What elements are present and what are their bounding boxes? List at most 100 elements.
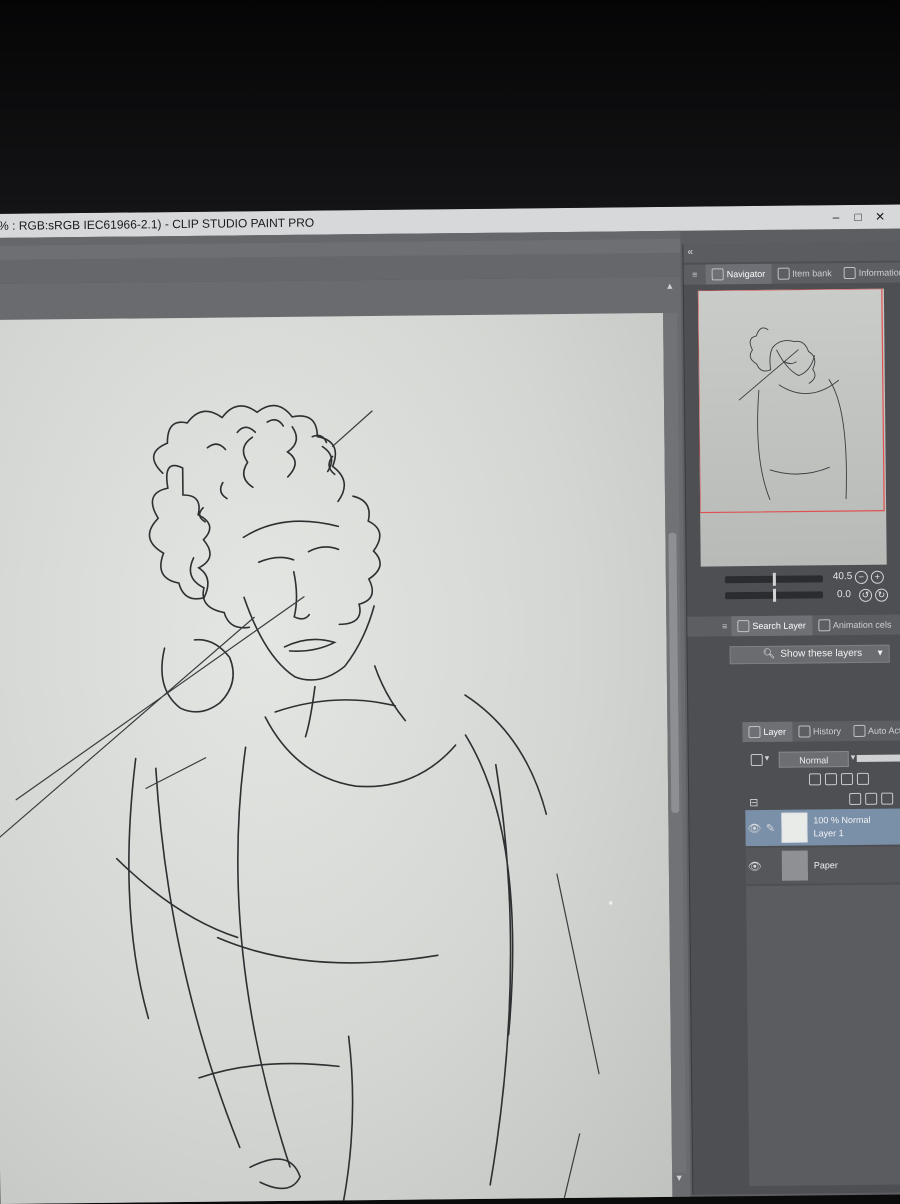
opacity-slider[interactable] bbox=[857, 754, 900, 762]
lock-transparency-icon[interactable] bbox=[857, 773, 869, 785]
tab-search-layer[interactable]: Search Layer bbox=[731, 615, 812, 636]
layer-row[interactable]: 👁︎ Paper bbox=[746, 846, 900, 884]
history-icon bbox=[798, 725, 810, 737]
hair-stroke bbox=[149, 465, 211, 599]
layer-color-icon[interactable] bbox=[751, 754, 763, 766]
new-folder-icon[interactable] bbox=[881, 793, 893, 805]
navigator-view-frame bbox=[698, 289, 884, 513]
layer-list-options-icon[interactable]: ⊟ bbox=[749, 796, 758, 809]
chevron-down-icon[interactable]: ▾ bbox=[765, 753, 770, 764]
menu-icon[interactable]: ≡ bbox=[684, 270, 706, 280]
search-icon: 🔍︎ bbox=[763, 646, 776, 664]
guide-line bbox=[332, 409, 600, 1204]
layer-property-bar: ▾ Normal ▾ bbox=[747, 750, 900, 814]
show-layers-label: Show these layers bbox=[780, 645, 862, 664]
navigator-preview[interactable] bbox=[698, 289, 887, 567]
shirt-stroke bbox=[237, 746, 354, 1204]
layer-name: Paper bbox=[814, 859, 838, 872]
clipping-icon[interactable] bbox=[809, 773, 821, 785]
search-tab-row: ≡ Search Layer Animation cels bbox=[687, 614, 900, 636]
layer-list-empty-area bbox=[746, 884, 900, 1186]
navigator-tab-row: ≡ Navigator Item bank Information bbox=[684, 262, 900, 284]
drawing-canvas[interactable] bbox=[0, 313, 672, 1204]
reference-layer-icon[interactable] bbox=[825, 773, 837, 785]
info-icon bbox=[844, 267, 856, 279]
chevron-down-icon[interactable]: ▾ bbox=[851, 752, 856, 763]
scroll-up-arrow[interactable]: ▲ bbox=[665, 281, 675, 291]
scribble bbox=[250, 1159, 300, 1189]
eye-icon[interactable]: 👁︎ bbox=[745, 821, 763, 834]
hair-stroke bbox=[207, 419, 326, 449]
command-bar-strip bbox=[0, 239, 680, 260]
show-these-layers-button[interactable]: 🔍︎ Show these layers ▾ bbox=[730, 645, 890, 665]
layer-row[interactable]: 👁︎ ✎ 100 % Normal Layer 1 bbox=[745, 808, 900, 846]
menu-icon[interactable]: ≡ bbox=[687, 621, 731, 631]
tab-label: Auto Action bbox=[868, 720, 900, 740]
sketch-artwork bbox=[0, 313, 672, 1204]
rotate-left-icon[interactable]: ↺ bbox=[859, 589, 872, 602]
guide-line bbox=[0, 597, 307, 840]
collar-stroke bbox=[265, 699, 456, 788]
tab-navigator[interactable]: Navigator bbox=[706, 264, 772, 285]
rotate-right-icon[interactable]: ↻ bbox=[875, 589, 888, 602]
side-panel: « ≡ Navigator Item bank Information bbox=[682, 242, 900, 1194]
canvas-speck bbox=[609, 902, 612, 905]
pen-icon: ✎ bbox=[763, 821, 777, 834]
rotation-slider[interactable] bbox=[725, 591, 823, 599]
close-button[interactable]: ✕ bbox=[874, 205, 886, 229]
hair-stroke bbox=[338, 496, 381, 624]
hand-stroke bbox=[162, 639, 234, 712]
tab-auto-action[interactable]: Auto Action bbox=[847, 720, 900, 741]
navigator-controls: 40.5 − + 0.0 ↺ ↻ bbox=[725, 570, 900, 612]
shirt-stroke bbox=[127, 694, 550, 1188]
monitor-bezel bbox=[0, 0, 900, 215]
canvas-area: ▲ ▼ bbox=[0, 277, 690, 1204]
hair-stroke bbox=[199, 456, 335, 521]
layer-tab-row: Layer History Auto Action bbox=[742, 720, 900, 742]
auto-action-icon bbox=[853, 725, 865, 737]
zoom-slider[interactable] bbox=[725, 575, 823, 583]
zoom-value: 40.5 bbox=[833, 571, 853, 582]
new-vector-layer-icon[interactable] bbox=[865, 793, 877, 805]
layer-opacity-mode: 100 % Normal bbox=[813, 814, 870, 828]
layer-info: 100 % Normal Layer 1 bbox=[813, 814, 870, 841]
rotation-slider-knob[interactable] bbox=[773, 589, 776, 602]
layer-icon bbox=[748, 726, 760, 738]
zoom-in-icon[interactable]: + bbox=[871, 571, 884, 584]
rotation-value: 0.0 bbox=[837, 589, 851, 600]
lock-icon[interactable] bbox=[841, 773, 853, 785]
tab-label: Search Layer bbox=[752, 615, 806, 636]
tab-label: Layer bbox=[763, 722, 786, 742]
window-controls: – □ ✕ bbox=[830, 205, 886, 230]
maximize-button[interactable]: □ bbox=[852, 205, 864, 229]
tab-animation-cels[interactable]: Animation cels bbox=[812, 615, 898, 636]
blend-mode-select[interactable]: Normal bbox=[779, 751, 849, 768]
shirt-stroke bbox=[117, 855, 439, 1078]
new-layer-icon[interactable] bbox=[849, 793, 861, 805]
panel-header: « bbox=[683, 242, 900, 262]
face-stroke bbox=[284, 571, 335, 651]
scrollbar-thumb[interactable] bbox=[668, 533, 679, 813]
tab-information[interactable]: Information bbox=[838, 262, 900, 283]
layer-info: Paper bbox=[814, 859, 838, 872]
layer-name: Layer 1 bbox=[813, 827, 870, 841]
minimize-button[interactable]: – bbox=[830, 205, 842, 229]
tab-label: Information bbox=[859, 262, 900, 282]
tab-layer[interactable]: Layer bbox=[742, 722, 792, 743]
navigator-icon bbox=[712, 268, 724, 280]
collapse-panel-icon[interactable]: « bbox=[687, 247, 693, 258]
layer-thumbnail bbox=[782, 850, 808, 880]
chevron-down-icon: ▾ bbox=[878, 645, 883, 663]
scroll-down-arrow[interactable]: ▼ bbox=[674, 1173, 684, 1183]
item-bank-icon bbox=[777, 268, 789, 280]
tab-item-bank[interactable]: Item bank bbox=[771, 263, 838, 284]
eye-icon[interactable]: 👁︎ bbox=[746, 859, 764, 872]
tab-label: Animation cels bbox=[833, 615, 892, 636]
zoom-out-icon[interactable]: − bbox=[855, 571, 868, 584]
search-layer-icon bbox=[737, 620, 749, 632]
tab-history[interactable]: History bbox=[792, 721, 847, 742]
layer-thumbnail bbox=[781, 812, 807, 842]
window-title: % : RGB:sRGB IEC61966-2.1) - CLIP STUDIO… bbox=[0, 211, 314, 238]
zoom-slider-knob[interactable] bbox=[773, 573, 776, 586]
face-stroke bbox=[243, 521, 338, 563]
